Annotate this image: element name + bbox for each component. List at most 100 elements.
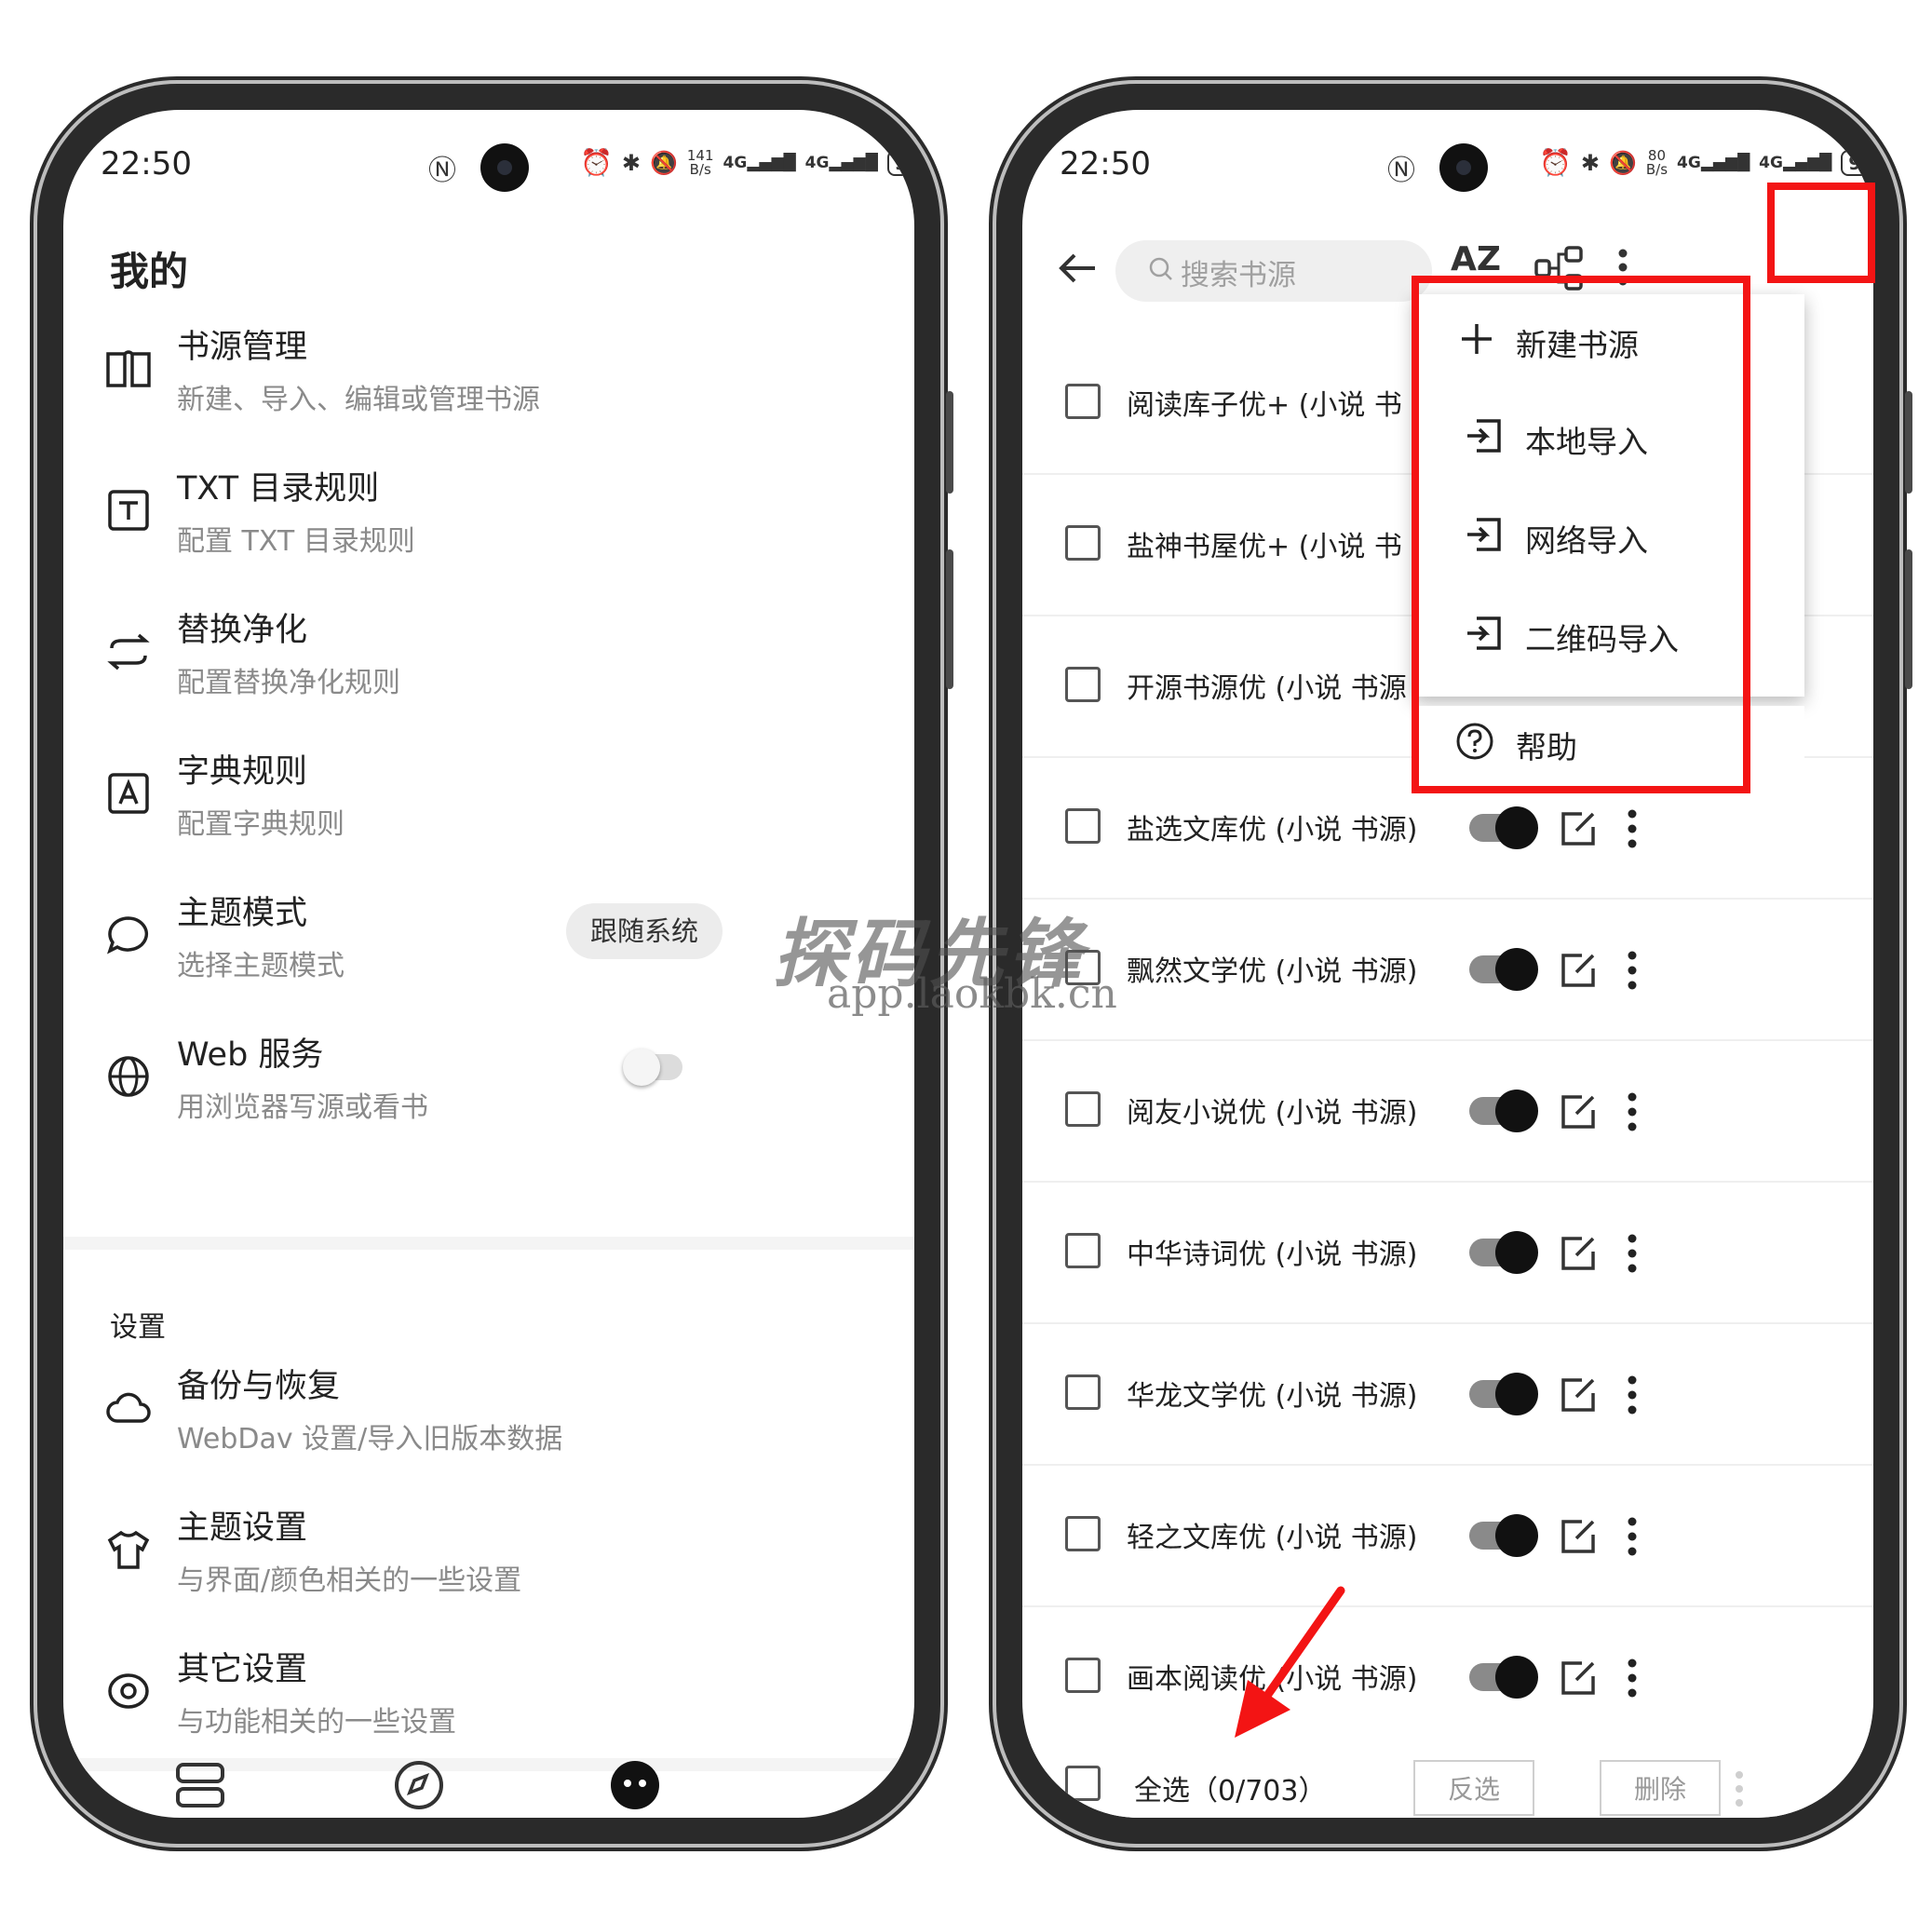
enable-toggle[interactable] <box>1469 1514 1538 1557</box>
edit-icon[interactable] <box>1558 1658 1599 1699</box>
alarm-icon: ⏰ <box>1539 147 1572 178</box>
edit-icon[interactable] <box>1558 808 1599 849</box>
edit-icon[interactable] <box>1558 950 1599 991</box>
swap-icon <box>107 633 150 670</box>
discover-compass-icon[interactable] <box>389 1755 449 1815</box>
status-icons: ⏰ ✱ 🔕 141 B/s 4G▂▄▆█ 4G▂▄▆█ 93 <box>580 147 914 178</box>
row-label: 中华诗词优 (小说 书源) <box>1127 1239 1418 1271</box>
menu-item-subtitle: 用浏览器写源或看书 <box>177 1091 428 1124</box>
row-checkbox[interactable] <box>1065 1516 1101 1551</box>
menu-item-subtitle: 与功能相关的一些设置 <box>177 1706 456 1739</box>
menu-item-title: 书源管理 <box>177 329 308 366</box>
status-time: 22:50 <box>101 145 192 183</box>
edit-icon[interactable] <box>1558 1374 1599 1415</box>
row-label: 轻之文库优 (小说 书源) <box>1127 1522 1418 1554</box>
row-checkbox[interactable] <box>1065 1374 1101 1410</box>
source-row[interactable]: 华龙文学优 (小说 书源) <box>1022 1324 1873 1466</box>
signal-4g-1: 4G▂▄▆█ <box>723 153 796 172</box>
globe-icon <box>108 1056 149 1097</box>
menu-item-dictionary[interactable]: 字典规则 配置字典规则 <box>63 730 914 870</box>
sort-az-button[interactable]: AZ <box>1451 240 1501 278</box>
back-arrow-icon[interactable] <box>1050 240 1106 296</box>
source-row[interactable]: 轻之文库优 (小说 书源) <box>1022 1466 1873 1607</box>
status-time: 22:50 <box>1060 145 1151 183</box>
edit-icon[interactable] <box>1558 1516 1599 1557</box>
menu-item-book-source[interactable]: 书源管理 新建、导入、编辑或管理书源 <box>63 305 914 445</box>
mute-icon: 🔕 <box>1608 149 1637 176</box>
bluetooth-icon: ✱ <box>1580 149 1600 176</box>
source-row[interactable]: 中华诗词优 (小说 书源) <box>1022 1183 1873 1324</box>
menu-item-other-settings[interactable]: 其它设置 与功能相关的一些设置 <box>63 1628 914 1767</box>
menu-item-theme-settings[interactable]: 主题设置 与界面/颜色相关的一些设置 <box>63 1486 914 1626</box>
power-button <box>946 549 953 689</box>
battery-icon: 93 <box>886 149 914 176</box>
select-all-label[interactable]: 全选（0/703） <box>1134 1767 1326 1808</box>
theme-mode-chip[interactable]: 跟随系统 <box>566 903 723 959</box>
menu-item-web-service[interactable]: Web 服务 用浏览器写源或看书 <box>63 1013 914 1153</box>
my-face-icon[interactable] <box>605 1755 665 1815</box>
select-all-checkbox[interactable] <box>1065 1766 1101 1801</box>
bottom-nav <box>63 1755 914 1830</box>
cloud-icon <box>106 1392 151 1423</box>
row-checkbox[interactable] <box>1065 1091 1101 1127</box>
row-more-icon[interactable] <box>1614 1652 1651 1704</box>
row-more-icon[interactable] <box>1614 803 1651 855</box>
menu-item-subtitle: 选择主题模式 <box>177 950 345 982</box>
search-icon <box>1149 257 1172 280</box>
enable-toggle[interactable] <box>1469 1231 1538 1274</box>
menu-item-title: 其它设置 <box>177 1651 308 1688</box>
row-label: 阅友小说优 (小说 书源) <box>1127 1097 1418 1130</box>
enable-toggle[interactable] <box>1469 1090 1538 1132</box>
row-checkbox[interactable] <box>1065 667 1101 702</box>
row-more-icon[interactable] <box>1614 1227 1651 1279</box>
row-more-icon[interactable] <box>1614 1510 1651 1563</box>
net-speed: 141 B/s <box>686 146 714 178</box>
source-row[interactable]: 阅友小说优 (小说 书源) <box>1022 1041 1873 1183</box>
menu-item-backup[interactable]: 备份与恢复 WebDav 设置/导入旧版本数据 <box>63 1345 914 1484</box>
bookshelf-nav-icon[interactable] <box>170 1755 230 1815</box>
mute-icon: 🔕 <box>649 149 678 176</box>
menu-item-replace[interactable]: 替换净化 配置替换净化规则 <box>63 589 914 728</box>
row-checkbox[interactable] <box>1065 1658 1101 1693</box>
row-checkbox[interactable] <box>1065 808 1101 844</box>
power-button <box>1905 549 1912 689</box>
enable-toggle[interactable] <box>1469 1373 1538 1415</box>
row-more-icon[interactable] <box>1614 944 1651 996</box>
menu-item-subtitle: WebDav 设置/导入旧版本数据 <box>177 1423 563 1455</box>
invert-selection-button[interactable]: 反选 <box>1413 1760 1534 1816</box>
status-bar: 22:50 Ⓝ ⏰ ✱ 🔕 141 B/s 4G▂▄▆█ 4G▂▄▆█ 93 <box>63 110 914 212</box>
front-camera <box>480 143 529 192</box>
volume-button <box>1905 391 1912 494</box>
edit-icon[interactable] <box>1558 1233 1599 1274</box>
row-label: 盐神书屋优+ (小说 书 <box>1127 531 1402 563</box>
annotation-arrow <box>1235 1586 1345 1738</box>
bluetooth-icon: ✱ <box>621 149 641 176</box>
search-box[interactable]: 搜索书源 <box>1115 240 1432 302</box>
source-row[interactable]: 画本阅读优 (小说 书源) <box>1022 1607 1873 1749</box>
menu-item-subtitle: 配置字典规则 <box>177 808 345 841</box>
row-checkbox[interactable] <box>1065 1233 1101 1268</box>
highlight-more-button <box>1767 183 1875 283</box>
web-service-switch[interactable] <box>623 1049 682 1086</box>
enable-toggle[interactable] <box>1469 806 1538 849</box>
row-checkbox[interactable] <box>1065 384 1101 419</box>
highlight-popup-menu <box>1412 276 1750 793</box>
menu-item-subtitle: 与界面/颜色相关的一些设置 <box>177 1564 522 1597</box>
menu-item-title: 替换净化 <box>177 612 308 649</box>
row-more-icon[interactable] <box>1614 1369 1651 1421</box>
bottom-more-icon[interactable] <box>1730 1766 1749 1812</box>
row-label: 阅读库子优+ (小说 书 <box>1127 389 1402 422</box>
menu-item-subtitle: 配置替换净化规则 <box>177 667 400 699</box>
status-icons: ⏰ ✱ 🔕 80 B/s 4G▂▄▆█ 4G▂▄▆█ 93 <box>1539 147 1873 178</box>
delete-button[interactable]: 删除 <box>1600 1760 1721 1816</box>
menu-item-txt-rules[interactable]: TXT 目录规则 配置 TXT 目录规则 <box>63 447 914 587</box>
enable-toggle[interactable] <box>1469 1656 1538 1699</box>
edit-icon[interactable] <box>1558 1091 1599 1132</box>
enable-toggle[interactable] <box>1469 948 1538 991</box>
source-row[interactable]: 飘然文学优 (小说 书源) <box>1022 900 1873 1041</box>
row-checkbox[interactable] <box>1065 525 1101 561</box>
dictionary-a-icon <box>108 773 149 814</box>
volume-button <box>946 391 953 494</box>
row-label: 开源书源优 (小说 书源 <box>1127 672 1407 705</box>
row-more-icon[interactable] <box>1614 1086 1651 1138</box>
